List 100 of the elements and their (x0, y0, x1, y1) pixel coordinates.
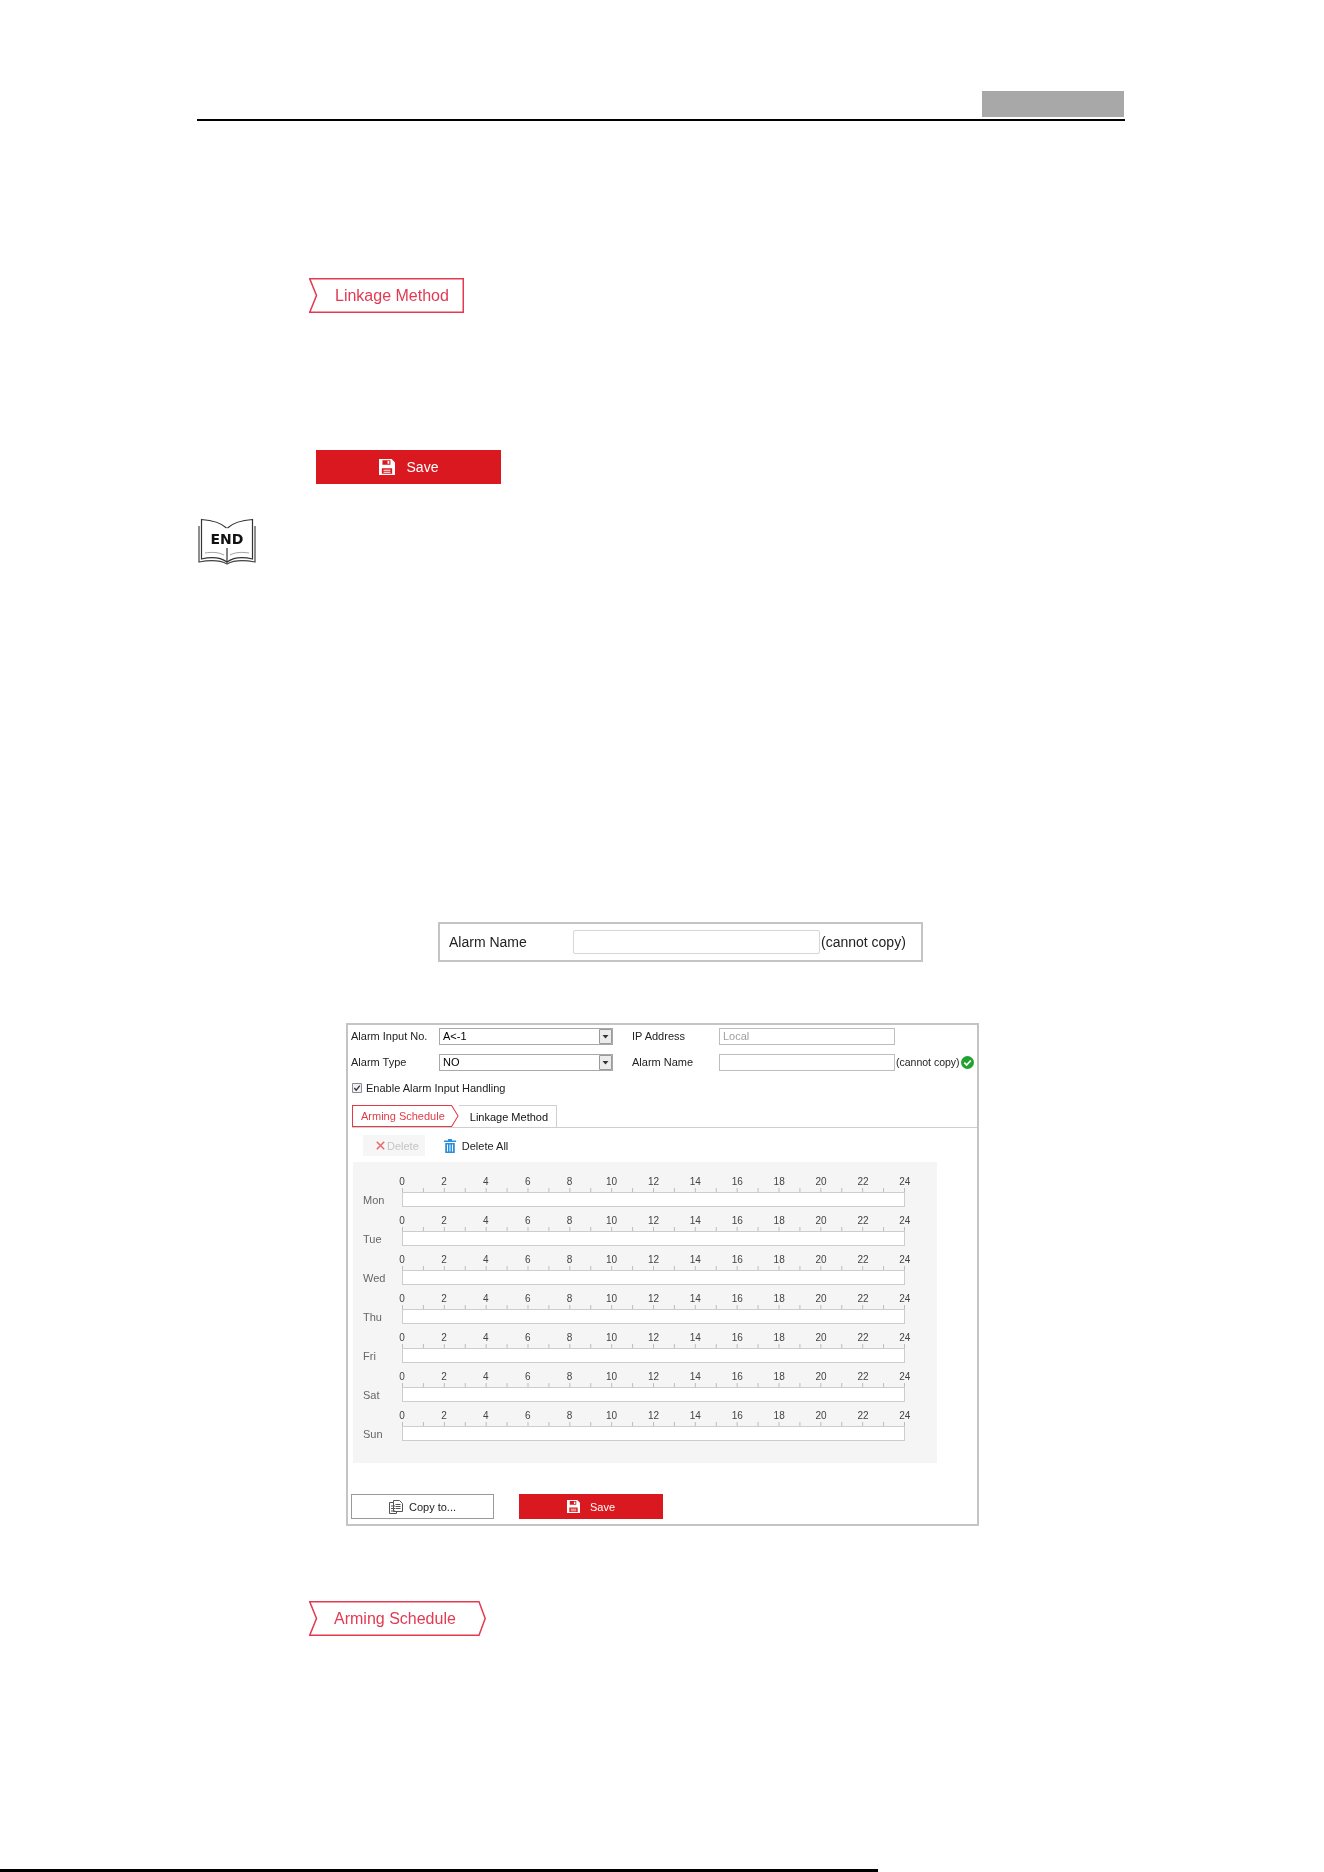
hour-label: 18 (772, 1332, 786, 1344)
hour-label: 20 (814, 1410, 828, 1422)
hour-label: 8 (565, 1215, 574, 1227)
hour-label: 16 (730, 1254, 744, 1266)
hour-label: 0 (398, 1254, 406, 1266)
dropdown-field[interactable]: A<-1 (439, 1027, 613, 1045)
hour-label: 18 (772, 1293, 786, 1305)
hour-label: 10 (604, 1254, 619, 1266)
hour-label: 2 (440, 1254, 448, 1266)
hour-label: 22 (856, 1332, 870, 1344)
schedule-timeline[interactable] (402, 1270, 905, 1285)
hour-label: 14 (688, 1176, 702, 1188)
hour-label: 4 (482, 1254, 490, 1266)
schedule-timeline[interactable] (402, 1309, 905, 1324)
checkbox[interactable] (352, 1083, 362, 1093)
hour-label: 6 (523, 1293, 532, 1305)
hour-label: 24 (898, 1176, 912, 1188)
schedule-timeline[interactable] (402, 1348, 905, 1363)
hour-label: 12 (646, 1215, 660, 1227)
field-note: (cannot copy) (821, 934, 906, 950)
hour-label: 6 (523, 1332, 532, 1344)
hour-label: 22 (856, 1215, 870, 1227)
tab[interactable]: Linkage Method (458, 1105, 558, 1127)
hour-label: 10 (604, 1293, 619, 1305)
hour-label: 16 (730, 1215, 744, 1227)
hour-label: 24 (898, 1293, 912, 1305)
hour-label: 24 (898, 1215, 912, 1227)
hour-label: 10 (604, 1176, 619, 1188)
hour-label: 6 (523, 1371, 532, 1383)
hour-label: 14 (688, 1215, 702, 1227)
hour-label: 8 (565, 1293, 574, 1305)
day-label: Thu (363, 1310, 383, 1323)
field-label: Alarm Name (449, 934, 528, 950)
hour-label: 20 (814, 1371, 828, 1383)
hour-label: 16 (730, 1371, 744, 1383)
hour-label: 4 (482, 1176, 490, 1188)
hour-label: 12 (646, 1410, 660, 1422)
save-button[interactable]: Save (519, 1494, 663, 1519)
hour-label: 10 (604, 1215, 619, 1227)
hour-label: 20 (814, 1254, 828, 1266)
field-label: Alarm Input No. (351, 1030, 429, 1042)
hour-label: 0 (398, 1332, 406, 1344)
hour-label: 12 (646, 1254, 660, 1266)
hour-label: 18 (772, 1371, 786, 1383)
schedule-timeline[interactable] (402, 1231, 905, 1246)
hour-label: 0 (398, 1410, 406, 1422)
hour-label: 18 (772, 1176, 786, 1188)
hour-label: 2 (440, 1371, 448, 1383)
hour-label: 12 (646, 1332, 660, 1344)
day-label: Wed (363, 1271, 387, 1284)
hour-label: 18 (772, 1215, 786, 1227)
hour-label: 22 (856, 1176, 870, 1188)
schedule-timeline[interactable] (402, 1387, 905, 1402)
hour-label: 4 (482, 1332, 490, 1344)
save-button[interactable]: Save (316, 450, 501, 484)
field-label: Alarm Type (351, 1056, 408, 1068)
toolbar-button[interactable]: Delete All (437, 1135, 515, 1156)
hour-label: 2 (440, 1176, 448, 1188)
day-label: Sat (363, 1388, 381, 1401)
hour-label: 8 (565, 1332, 574, 1344)
hour-label: 2 (440, 1332, 448, 1344)
hour-label: 12 (646, 1371, 660, 1383)
hour-label: 0 (398, 1371, 406, 1383)
dropdown-field[interactable]: NO (439, 1053, 613, 1071)
hour-label: 4 (482, 1410, 490, 1422)
schedule-timeline[interactable] (402, 1426, 905, 1441)
hour-label: 0 (398, 1215, 406, 1227)
tab[interactable]: Arming Schedule (352, 1105, 459, 1127)
hour-label: 22 (856, 1254, 870, 1266)
hour-label: 8 (565, 1371, 574, 1383)
hour-label: 24 (898, 1332, 912, 1344)
day-label: Tue (363, 1232, 383, 1245)
cross-icon (376, 1141, 385, 1150)
schedule-timeline[interactable] (402, 1192, 905, 1207)
linkage-method-tab[interactable]: Linkage Method (309, 278, 464, 313)
hour-label: 24 (898, 1371, 912, 1383)
hour-label: 6 (523, 1410, 532, 1422)
hour-label: 16 (730, 1332, 744, 1344)
copy-icon (388, 1499, 403, 1514)
hour-label: 8 (565, 1254, 574, 1266)
hour-label: 8 (565, 1176, 574, 1188)
text-field[interactable] (573, 930, 820, 954)
trash-icon (443, 1138, 456, 1153)
day-label: Mon (363, 1193, 386, 1206)
hour-label: 6 (523, 1215, 532, 1227)
hour-label: 2 (440, 1293, 448, 1305)
copy-button[interactable]: Copy to... (351, 1494, 494, 1519)
hour-label: 16 (730, 1410, 744, 1422)
arming-schedule-tab[interactable]: Arming Schedule (309, 1601, 486, 1636)
hour-label: 6 (523, 1254, 532, 1266)
hour-label: 12 (646, 1176, 660, 1188)
hour-label: 16 (730, 1176, 744, 1188)
field-note: (cannot copy) (896, 1056, 960, 1068)
hour-label: 20 (814, 1215, 828, 1227)
text-field[interactable] (719, 1053, 895, 1071)
hour-label: 4 (482, 1215, 490, 1227)
hour-label: 10 (604, 1371, 619, 1383)
day-label: Fri (363, 1349, 377, 1362)
hour-label: 8 (565, 1410, 574, 1422)
field-label: IP Address (632, 1030, 686, 1042)
